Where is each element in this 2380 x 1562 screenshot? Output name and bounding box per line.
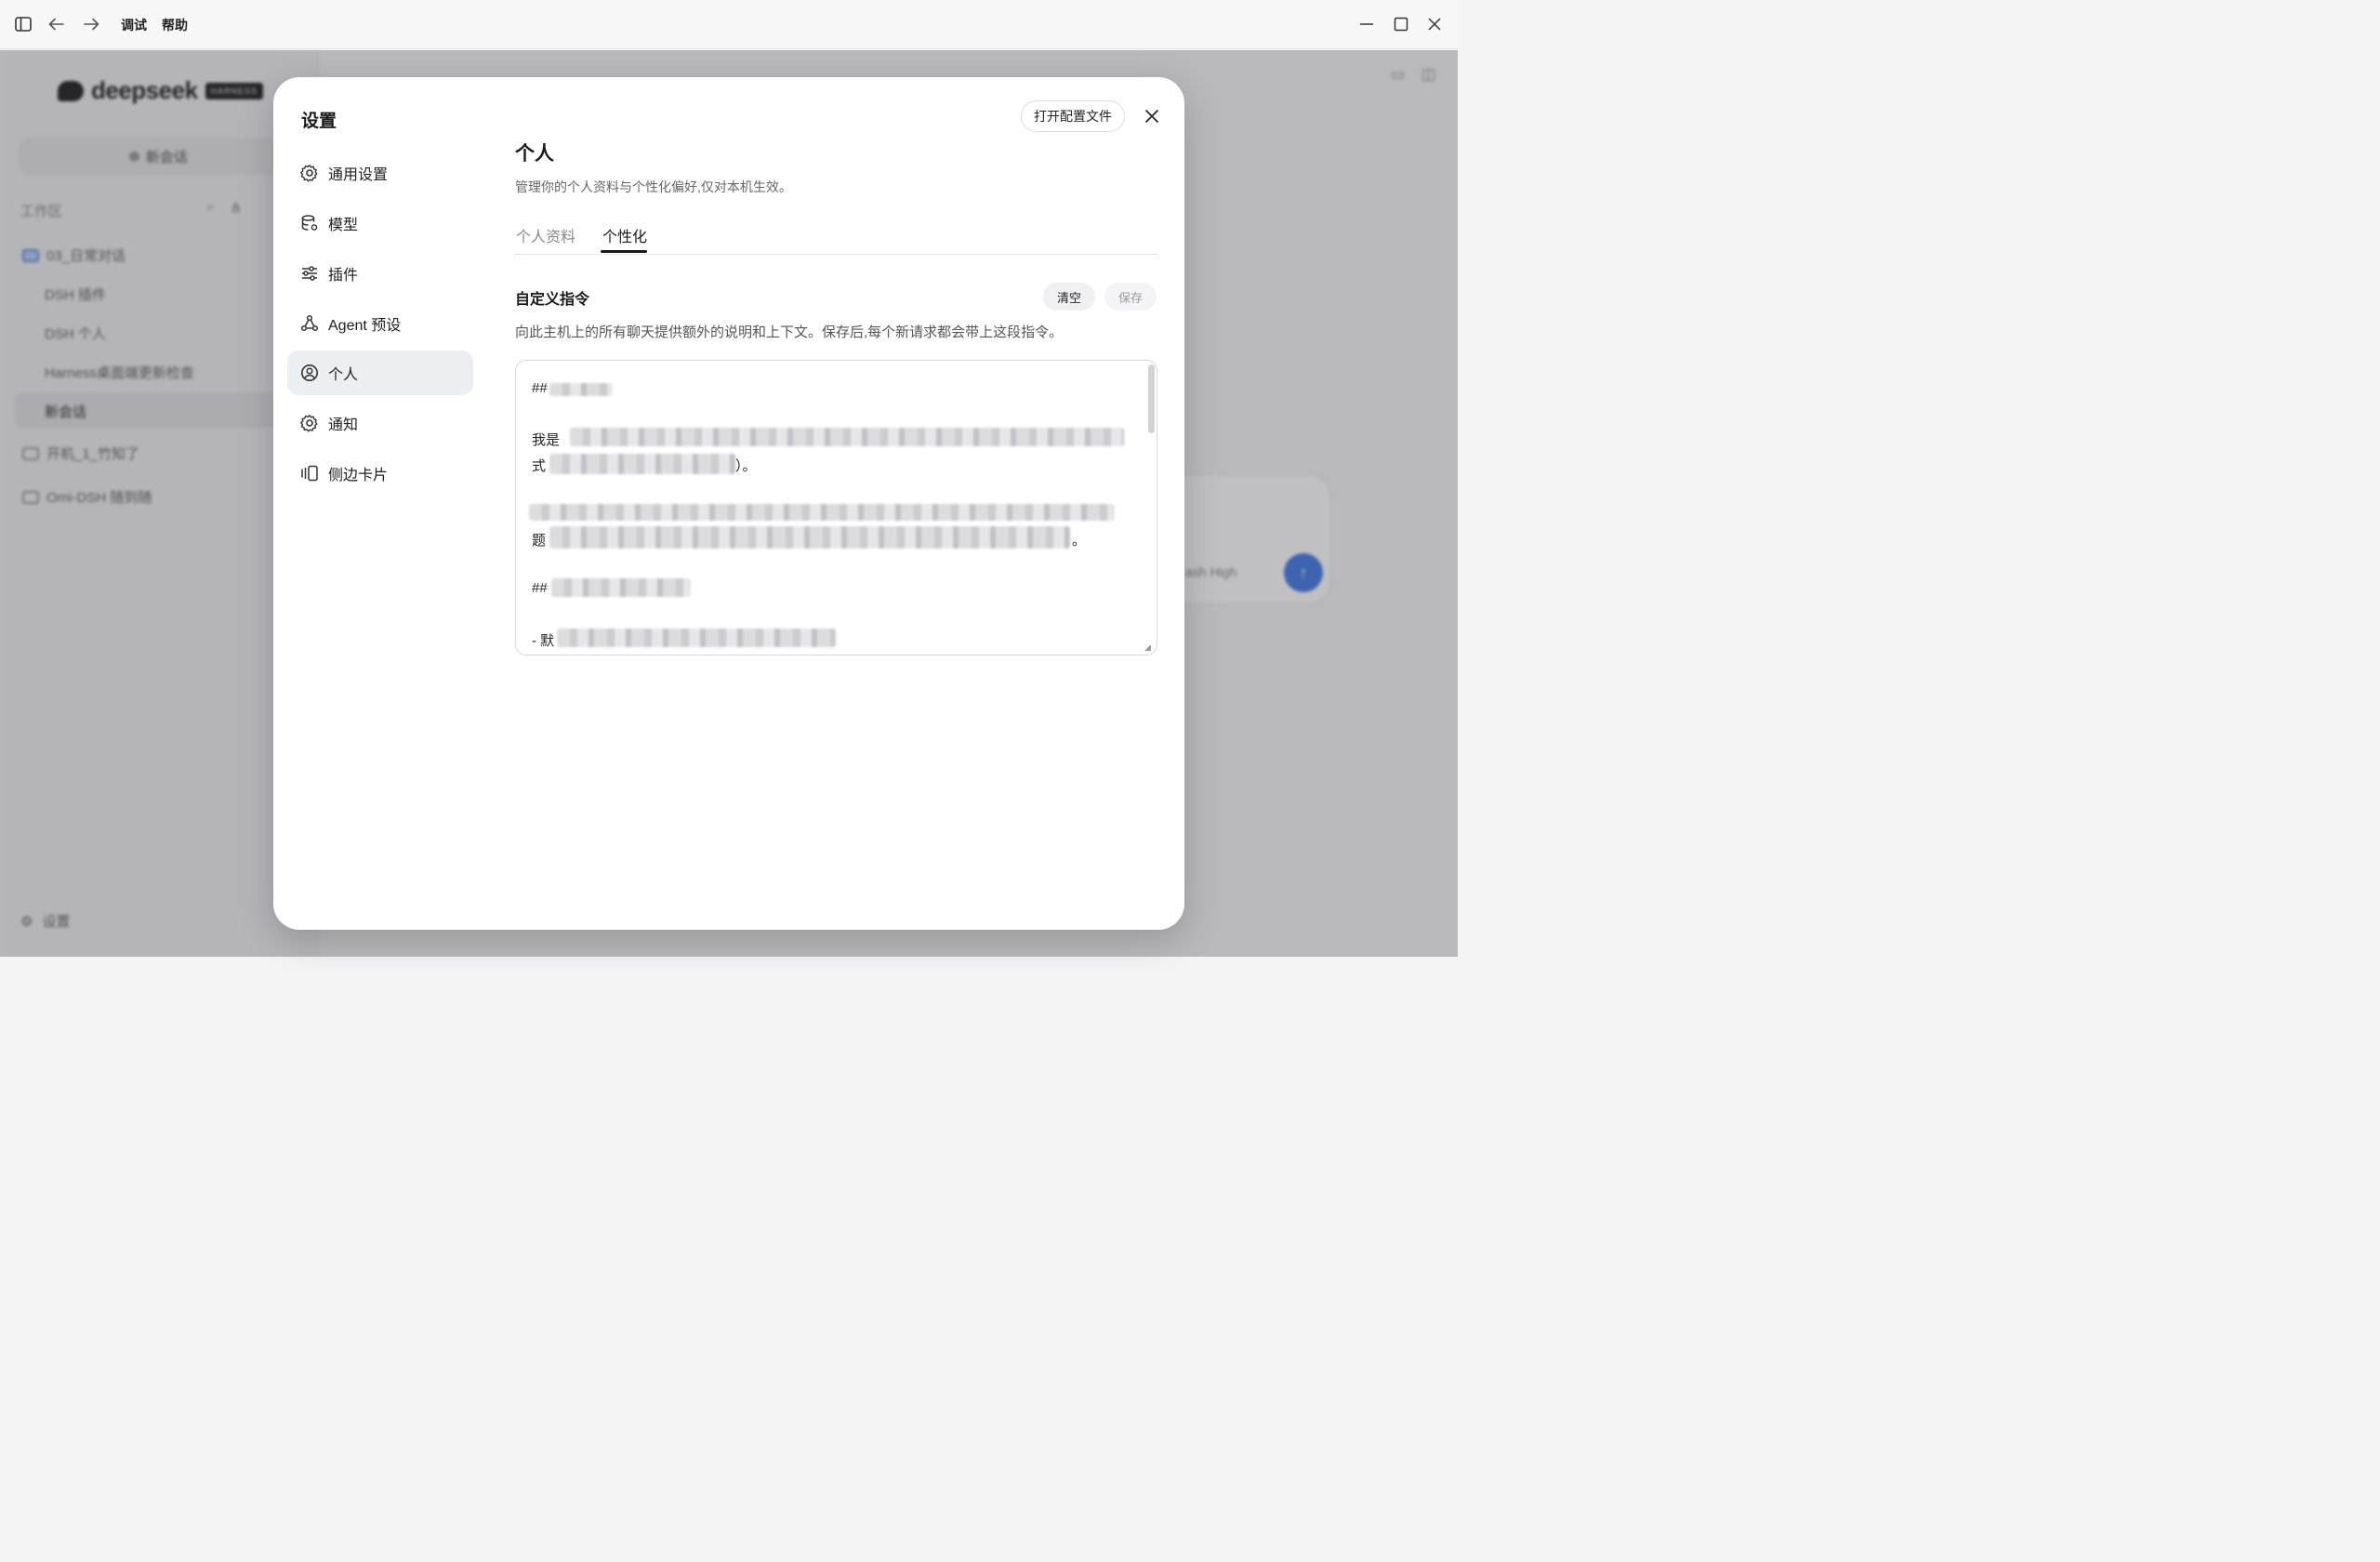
sidebar-toggle-icon[interactable] [12, 13, 34, 35]
side-cards-icon [300, 464, 319, 483]
editor-line: ）。 [735, 458, 757, 474]
custom-instructions-title: 自定义指令 [515, 292, 590, 308]
custom-instructions-description: 向此主机上的所有聊天提供额外的说明和上下文。保存后,每个新请求都会带上这段指令。 [515, 324, 1064, 340]
clear-button[interactable]: 清空 [1043, 283, 1095, 311]
back-arrow-icon[interactable] [46, 13, 68, 35]
agent-nodes-icon [300, 314, 319, 333]
tab-bar: 个人资料 个性化 [515, 220, 1158, 255]
window-close-icon[interactable] [1423, 13, 1446, 35]
save-button[interactable]: 保存 [1104, 283, 1157, 311]
nav-label: 模型 [328, 218, 359, 233]
nav-models[interactable]: 模型 [287, 201, 473, 245]
section-description: 管理你的个人资料与个性化偏好,仅对本机生效。 [515, 179, 792, 194]
redacted-text [549, 454, 735, 474]
editor-line: ## [532, 580, 548, 596]
user-circle-icon [300, 364, 319, 382]
nav-label: 个人 [328, 367, 359, 383]
gear-icon [300, 164, 319, 182]
nav-general-settings[interactable]: 通用设置 [287, 151, 473, 195]
editor-line: 题 [532, 533, 547, 549]
menu-debug[interactable]: 调试 [121, 16, 147, 34]
section-title: 个人 [515, 143, 554, 165]
redacted-text [570, 428, 1124, 446]
redacted-text [557, 629, 836, 647]
editor-line: 我是 [532, 432, 561, 448]
gear-icon [300, 414, 319, 432]
editor-line: ## [532, 380, 548, 396]
redacted-text [529, 504, 1115, 521]
nav-agent-presets[interactable]: Agent 预设 [287, 301, 473, 346]
redacted-text [549, 383, 613, 396]
modal-title: 设置 [301, 112, 337, 131]
maximize-icon[interactable] [1390, 13, 1412, 35]
open-config-file-button[interactable]: 打开配置文件 [1021, 100, 1125, 132]
title-bar: 调试 帮助 [0, 0, 1458, 49]
nav-notifications[interactable]: 通知 [287, 401, 473, 445]
nav-label: 插件 [328, 268, 359, 284]
nav-label: Agent 预设 [328, 318, 402, 334]
redacted-text [551, 578, 691, 597]
database-gear-icon [300, 214, 319, 232]
nav-personal[interactable]: 个人 [287, 351, 473, 395]
nav-label: 通用设置 [328, 167, 389, 183]
nav-label: 通知 [328, 417, 359, 433]
editor-line: - 默 [532, 633, 555, 649]
resize-handle-icon[interactable]: ◢ [1144, 642, 1154, 652]
textarea-scrollbar[interactable] [1148, 364, 1155, 433]
tab-profile[interactable]: 个人资料 [516, 224, 575, 255]
nav-label: 侧边卡片 [328, 468, 389, 483]
nav-plugins[interactable]: 插件 [287, 251, 473, 296]
editor-line: 。 [1072, 533, 1087, 549]
sliders-icon [300, 264, 319, 283]
custom-instructions-textarea[interactable]: ## 我是 式 ）。 题 。 ## - 默 ◢ [515, 360, 1157, 655]
redacted-text [549, 526, 1070, 549]
menu-help[interactable]: 帮助 [162, 16, 188, 34]
minimize-icon[interactable] [1355, 13, 1378, 35]
close-icon[interactable] [1140, 104, 1164, 128]
nav-side-cards[interactable]: 侧边卡片 [287, 451, 473, 496]
settings-modal: 设置 通用设置 模型 插件 Agent 预设 个人 通知 侧边卡片 打开配置文件… [273, 77, 1184, 930]
tab-active-indicator [601, 250, 647, 253]
forward-arrow-icon[interactable] [80, 13, 102, 35]
editor-line: 式 [532, 458, 547, 474]
